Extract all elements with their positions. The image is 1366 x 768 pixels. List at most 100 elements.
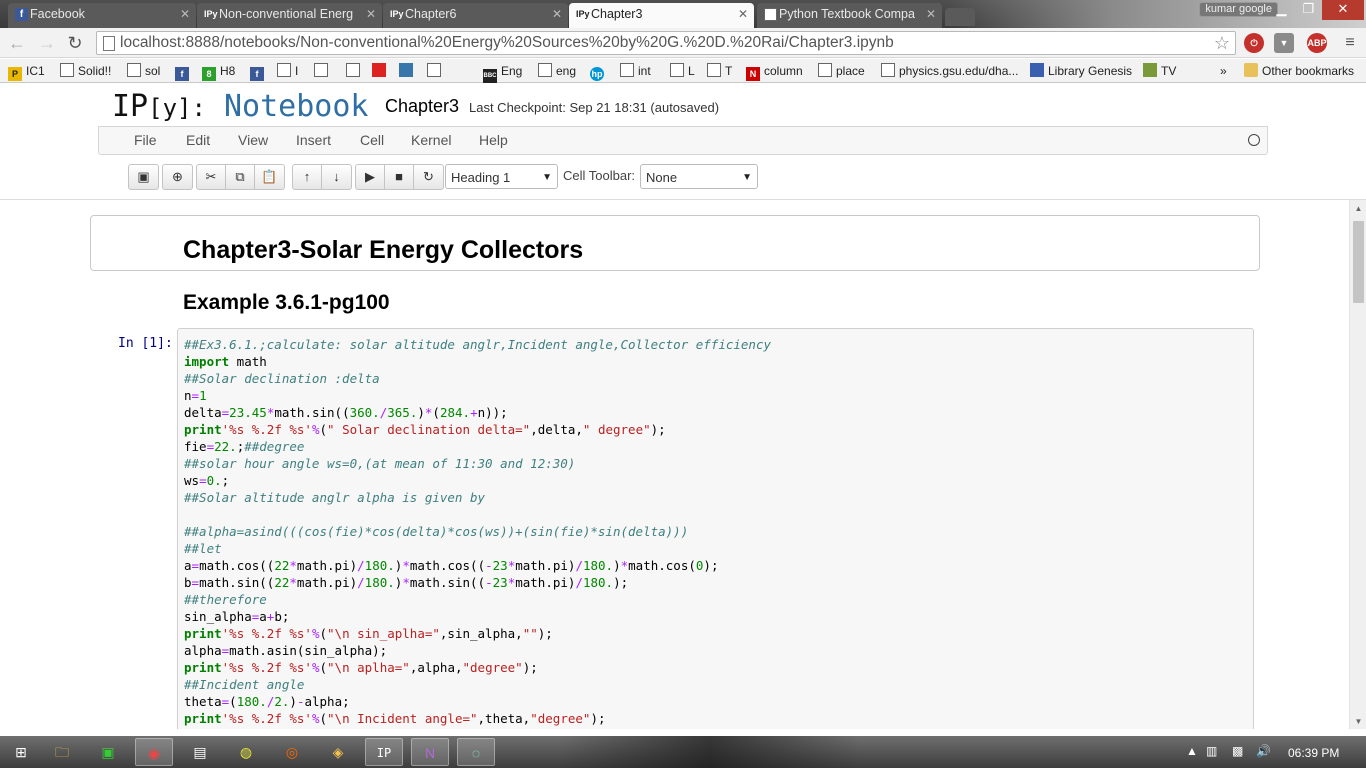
scroll-up-icon[interactable]: ▲ [1350,204,1366,213]
forward-arrow-icon[interactable]: → [36,32,58,54]
scrollbar-thumb[interactable] [1353,221,1364,303]
menu-cell[interactable]: Cell [360,132,384,148]
profile-button[interactable]: kumar google [1199,2,1278,17]
menu-view[interactable]: View [238,132,268,148]
bulb-icon[interactable]: ◈ [319,738,357,766]
bookmark-python[interactable] [399,62,417,80]
save-icon[interactable]: ▣ [129,165,158,189]
notebook-menubar: File Edit View Insert Cell Kernel Help [98,126,1268,155]
bookmark-physics[interactable]: physics.gsu.edu/dha... [881,62,1018,80]
close-tab-icon[interactable]: ✕ [738,3,748,25]
bookmark-column[interactable]: Ncolumn [746,62,803,81]
bookmarks-overflow-button[interactable]: » [1220,62,1227,80]
close-window-icon[interactable]: ✕ [1322,0,1364,20]
bookmark-library-genesis[interactable]: Library Genesis [1030,62,1132,80]
page-icon [103,36,115,51]
reload-icon[interactable]: ↻ [64,32,86,54]
bookmark-blank-2[interactable] [346,62,364,80]
bookmark-l[interactable]: L [670,62,695,80]
bookmark-hp[interactable]: hp [590,62,608,81]
tray-expand-icon[interactable]: ▲ [1186,744,1198,758]
network-icon[interactable]: ▩ [1232,744,1243,758]
tab-facebook[interactable]: f Facebook ✕ [8,3,196,28]
restart-icon[interactable]: ↻ [414,165,443,189]
browser-tab-strip: f Facebook ✕ IPy Non-conventional Energ … [0,0,1366,28]
bookmark-blank-4[interactable] [427,62,445,80]
bookmark-facebook-2[interactable]: f [250,62,268,81]
notebook-name[interactable]: Chapter3 [385,96,459,117]
tab-chapter3[interactable]: IPy Chapter3 ✕ [569,3,754,28]
cut-icon[interactable]: ✂ [197,165,226,189]
bookmark-facebook[interactable]: f [175,62,193,81]
other-bookmarks[interactable]: Other bookmarks [1244,62,1354,80]
move-up-icon[interactable]: ↑ [293,165,322,189]
bookmark-sol[interactable]: sol [127,62,160,80]
tab-chapter6[interactable]: IPy Chapter6 ✕ [383,3,568,28]
close-tab-icon[interactable]: ✕ [552,3,562,25]
close-tab-icon[interactable]: ✕ [926,3,936,25]
media-icon[interactable]: ◍ [227,738,265,766]
menu-edit[interactable]: Edit [186,132,210,148]
onenote-icon[interactable]: N [411,738,449,766]
ipython-icon[interactable]: IP [365,738,403,766]
tab-title: Python Textbook Compa [779,7,915,21]
heading-cell[interactable]: Chapter3-Solar Energy Collectors [90,215,1260,271]
code-editor[interactable]: ##Ex3.6.1.;calculate: solar altitude ang… [184,336,771,727]
terminal-icon[interactable]: ▤ [181,738,219,766]
minimize-icon[interactable]: ▁ [1268,0,1295,20]
bookmark-i[interactable]: I [277,62,298,80]
menu-kernel[interactable]: Kernel [411,132,451,148]
adblock-icon[interactable]: ABP [1307,33,1327,53]
address-bar[interactable]: localhost:8888/notebooks/Non-conventiona… [96,31,1236,55]
bookmark-t[interactable]: T [707,62,732,80]
bookmark-h8[interactable]: 8 H8 [202,62,235,81]
bookmark-place[interactable]: place [818,62,865,80]
bookmark-solid[interactable]: Solid!! [60,62,111,80]
stop-icon[interactable]: ■ [385,165,414,189]
bookmark-blank-3[interactable] [372,62,390,80]
bookmark-int[interactable]: int [620,62,651,80]
menu-icon[interactable]: ≡ [1340,33,1360,53]
bookmark-tv[interactable]: TV [1143,62,1176,80]
menu-insert[interactable]: Insert [296,132,331,148]
taskbar-clock[interactable]: 06:39 PM [1288,746,1339,760]
scroll-down-icon[interactable]: ▼ [1350,717,1366,726]
file-explorer-icon[interactable]: 🗀 [43,738,81,766]
bookmark-blank-1[interactable] [314,62,332,80]
volume-icon[interactable]: 🔊 [1256,744,1271,758]
cell-toolbar-select[interactable]: None ▼ [640,164,758,189]
menu-help[interactable]: Help [479,132,508,148]
copy-icon[interactable]: ⧉ [226,165,255,189]
bookmark-ic1[interactable]: P IC1 [8,62,45,81]
network-app-icon[interactable]: ◌ [457,738,495,766]
bookmarks-bar: P IC1 Solid!! sol f 8 H8 f I BBC Eng eng hp… [0,59,1366,83]
bookmark-star-icon[interactable]: ☆ [1214,32,1230,54]
desktop-background [560,736,860,768]
bookmark-eng[interactable]: BBC Eng [483,62,522,83]
cell-type-select[interactable]: Heading 1 ▼ [445,164,558,189]
menu-file[interactable]: File [134,132,157,148]
back-arrow-icon[interactable]: ← [6,32,28,54]
start-windows-icon[interactable]: ⊞ [2,738,40,766]
firefox-icon[interactable]: ◎ [273,738,311,766]
page-scrollbar[interactable]: ▲ ▼ [1349,200,1366,729]
store-icon[interactable]: ▣ [89,738,127,766]
close-tab-icon[interactable]: ✕ [180,3,190,25]
power-icon[interactable]: ⏻ [1244,33,1264,53]
chrome-icon[interactable]: ◉ [135,738,173,766]
close-tab-icon[interactable]: ✕ [366,3,376,25]
move-down-icon[interactable]: ↓ [322,165,351,189]
tab-python-textbook[interactable]: Python Textbook Compa ✕ [757,3,942,28]
tab-non-conventional[interactable]: IPy Non-conventional Energ ✕ [197,3,382,28]
restore-icon[interactable]: ❐ [1295,0,1322,20]
code-cell[interactable]: ##Ex3.6.1.;calculate: solar altitude ang… [177,328,1254,729]
bookmark-eng-2[interactable]: eng [538,62,576,80]
paste-icon[interactable]: 📋 [255,165,284,189]
shield-icon[interactable]: ▼ [1274,33,1294,53]
new-tab-button[interactable] [945,8,975,26]
power-status-icon[interactable]: ▥ [1206,744,1217,758]
run-icon[interactable]: ▶ [356,165,385,189]
ipython-notebook-logo[interactable]: IP[y]: Notebook [112,89,368,124]
insert-cell-icon[interactable]: ⊕ [163,165,192,189]
example-heading[interactable]: Example 3.6.1-pg100 [183,291,390,315]
